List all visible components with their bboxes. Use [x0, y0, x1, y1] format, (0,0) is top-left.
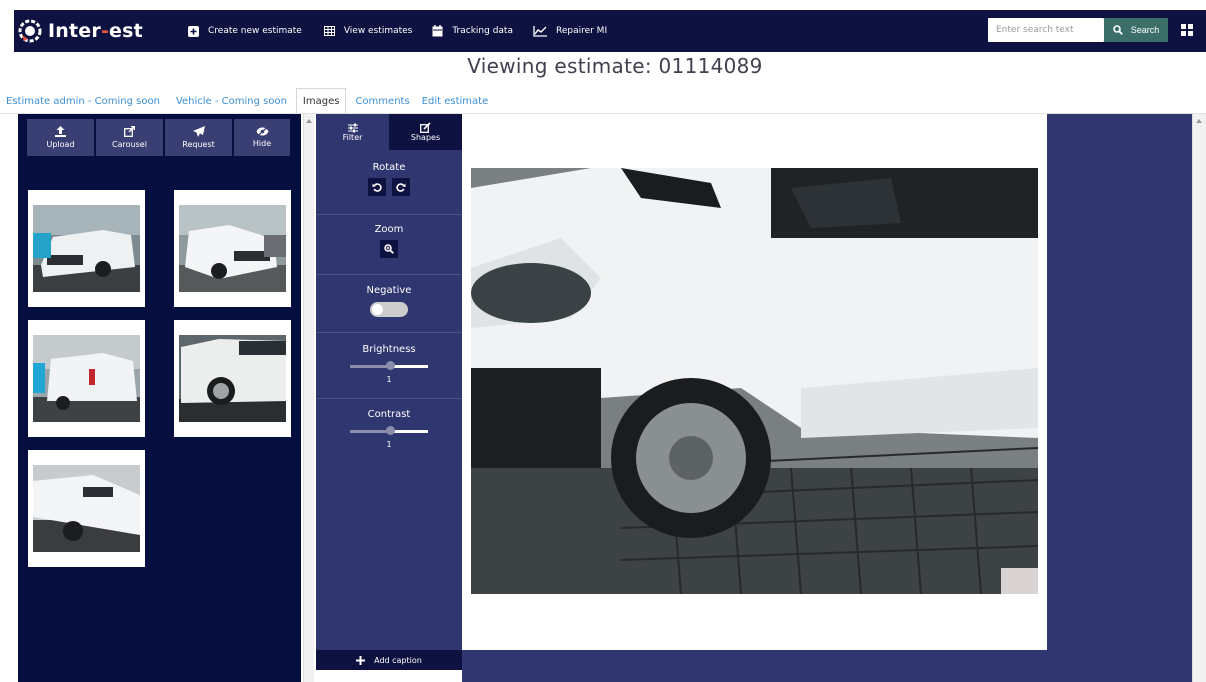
- logo[interactable]: Inter-est: [18, 19, 163, 43]
- editor-tabs: Filter Shapes: [316, 114, 462, 150]
- thumbnail-front-right[interactable]: [174, 190, 291, 307]
- hide-button[interactable]: Hide: [234, 119, 290, 156]
- gear-logo-icon: [18, 19, 42, 43]
- plus-icon: [356, 655, 366, 665]
- tab-edit-estimate[interactable]: Edit estimate: [416, 90, 495, 114]
- thumbnail-side-damage[interactable]: [174, 320, 291, 437]
- image-toolbar: Upload Carousel Request Hide: [27, 119, 290, 156]
- eye-slash-icon: [256, 127, 268, 136]
- negative-label: Negative: [366, 285, 412, 296]
- page-title: Viewing estimate: 01114089: [467, 54, 763, 78]
- van-rear-image: [33, 335, 140, 422]
- contrast-slider-handle[interactable]: [386, 426, 395, 435]
- contrast-slider[interactable]: [350, 426, 428, 436]
- search-button-label: Search: [1130, 25, 1160, 35]
- search-input[interactable]: [988, 18, 1104, 42]
- apps-grid-icon[interactable]: [1181, 24, 1193, 36]
- image-gallery-panel: Upload Carousel Request Hide: [18, 114, 301, 682]
- rotate-label: Rotate: [372, 162, 406, 173]
- contrast-value: 1: [386, 440, 392, 449]
- brightness-value: 1: [386, 375, 392, 384]
- edit-square-icon: [420, 122, 431, 133]
- van-front-left-image: [33, 205, 140, 292]
- paper-plane-icon: [192, 126, 205, 137]
- logo-text: Inter-est: [48, 20, 143, 42]
- calendar-icon: [432, 25, 443, 37]
- brightness-slider-handle[interactable]: [386, 361, 395, 370]
- estimate-tabs: Estimate admin - Coming soon Vehicle - C…: [0, 88, 494, 114]
- upload-button[interactable]: Upload: [27, 119, 94, 156]
- main-vehicle-damage-image[interactable]: [471, 168, 1038, 594]
- tab-shapes[interactable]: Shapes: [389, 114, 462, 150]
- negative-toggle[interactable]: [370, 302, 408, 317]
- viewer-scrollbar[interactable]: [1192, 114, 1206, 682]
- top-navbar: Inter-est Create new estimate View estim…: [14, 10, 1206, 52]
- tab-estimate-admin[interactable]: Estimate admin - Coming soon: [0, 90, 166, 114]
- scroll-up-arrow-icon[interactable]: [1196, 119, 1202, 123]
- image-editor-panel: Filter Shapes Rotate Zoom Negative Brigh…: [316, 114, 462, 650]
- contrast-label: Contrast: [367, 409, 411, 420]
- table-icon: [323, 26, 335, 36]
- tab-filter[interactable]: Filter: [316, 114, 389, 150]
- add-caption-button[interactable]: Add caption: [316, 650, 462, 670]
- brightness-section: Brightness 1: [316, 332, 462, 384]
- nav-label: View estimates: [343, 26, 413, 36]
- tab-images[interactable]: Images: [295, 88, 347, 114]
- zoom-label: Zoom: [374, 224, 404, 235]
- nav-create-new-estimate[interactable]: Create new estimate: [188, 25, 302, 37]
- search-button[interactable]: Search: [1104, 18, 1168, 42]
- brightness-label: Brightness: [362, 344, 416, 355]
- nav-repairer-mi[interactable]: Repairer MI: [533, 25, 608, 37]
- gallery-scrollbar[interactable]: [303, 114, 314, 682]
- thumbnail-rear[interactable]: [28, 320, 145, 437]
- carousel-button[interactable]: Carousel: [96, 119, 163, 156]
- nav-label: Tracking data: [452, 26, 513, 36]
- line-chart-icon: [533, 25, 547, 37]
- brightness-slider[interactable]: [350, 361, 428, 371]
- contrast-section: Contrast 1: [316, 398, 462, 449]
- van-front-right-image: [179, 205, 286, 292]
- thumbnail-front-left[interactable]: [28, 190, 145, 307]
- van-side-damage-image: [179, 335, 286, 422]
- request-button[interactable]: Request: [165, 119, 232, 156]
- rotate-left-icon: [372, 183, 383, 192]
- negative-section: Negative: [316, 274, 462, 320]
- rotate-right-icon: [395, 183, 406, 192]
- thumbnail-front-corner[interactable]: [28, 450, 145, 567]
- plus-square-icon: [188, 25, 199, 37]
- search-icon: [1112, 25, 1123, 35]
- zoom-button[interactable]: [380, 240, 398, 258]
- nav-label: Create new estimate: [208, 26, 302, 36]
- rotate-right-button[interactable]: [391, 178, 410, 196]
- nav-tracking-data[interactable]: Tracking data: [432, 25, 513, 37]
- nav-label: Repairer MI: [555, 26, 608, 36]
- external-edit-icon: [124, 126, 135, 137]
- tab-vehicle[interactable]: Vehicle - Coming soon: [170, 90, 293, 114]
- van-front-corner-image: [33, 465, 140, 552]
- sliders-icon: [347, 123, 358, 132]
- scroll-up-arrow-icon[interactable]: [306, 119, 312, 123]
- zoom-section: Zoom: [316, 214, 462, 258]
- nav-view-estimates[interactable]: View estimates: [323, 26, 413, 36]
- zoom-in-icon: [384, 244, 394, 254]
- tab-comments[interactable]: Comments: [349, 90, 415, 114]
- rotate-section: Rotate: [316, 162, 462, 196]
- upload-icon: [55, 126, 66, 137]
- rotate-left-button[interactable]: [368, 178, 387, 196]
